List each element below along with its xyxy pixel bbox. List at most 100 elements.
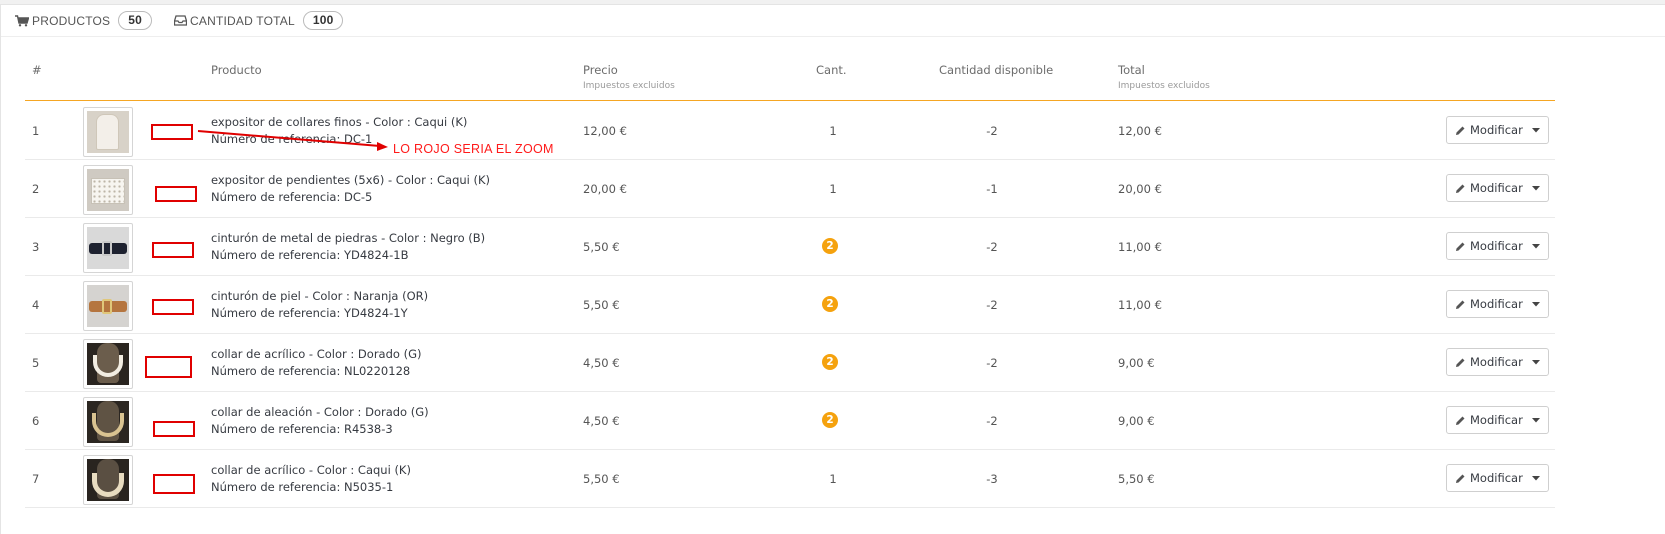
table-row: 1 expositor de collares finos - Color : … (25, 102, 1555, 160)
inbox-icon (174, 15, 188, 26)
col-header-price: Precio (583, 63, 618, 77)
product-thumbnail[interactable] (83, 165, 133, 215)
table-row: 4 cinturón de piel - Color : Naranja (OR… (25, 276, 1555, 334)
shopping-cart-icon (15, 14, 29, 26)
panel-heading: PRODUCTOS 50 CANTIDAD TOTAL 100 (1, 5, 1665, 37)
pencil-icon (1456, 184, 1465, 193)
modify-dropdown-toggle[interactable] (1524, 465, 1548, 491)
quantity-badge: 2 (822, 412, 838, 428)
modify-button-label: Modificar (1470, 123, 1523, 137)
available-quantity: -2 (986, 124, 998, 138)
unit-price: 5,50 € (583, 298, 620, 312)
modify-button[interactable]: Modificar (1447, 117, 1524, 143)
product-reference: Número de referencia: R4538-3 (211, 422, 393, 436)
pencil-icon (1456, 416, 1465, 425)
modify-button-group: Modificar (1446, 348, 1549, 376)
modify-dropdown-toggle[interactable] (1524, 233, 1548, 259)
modify-button[interactable]: Modificar (1447, 465, 1524, 491)
row-number: 1 (32, 124, 40, 138)
product-thumbnail[interactable] (83, 107, 133, 157)
modify-button-group: Modificar (1446, 290, 1549, 318)
zoom-highlight-box (153, 421, 195, 437)
modify-dropdown-toggle[interactable] (1524, 117, 1548, 143)
quantity-badge: 2 (822, 296, 838, 312)
product-thumbnail[interactable] (83, 281, 133, 331)
pencil-icon (1456, 358, 1465, 367)
quantity: 1 (829, 472, 837, 486)
line-total: 9,00 € (1118, 356, 1155, 370)
row-number: 7 (32, 472, 40, 486)
zoom-highlight-box (155, 186, 197, 202)
modify-button[interactable]: Modificar (1447, 291, 1524, 317)
product-reference: Número de referencia: DC-1 (211, 132, 373, 146)
quantity-count-badge: 100 (302, 11, 344, 30)
caret-down-icon (1532, 243, 1541, 248)
quantity-badge: 2 (822, 238, 838, 254)
products-count-badge: 50 (118, 11, 153, 30)
row-number: 3 (32, 240, 40, 254)
line-total: 9,00 € (1118, 414, 1155, 428)
quantity: 1 (829, 124, 837, 138)
available-quantity: -3 (986, 472, 998, 486)
modify-button[interactable]: Modificar (1447, 407, 1524, 433)
line-total: 20,00 € (1118, 182, 1162, 196)
modify-button-group: Modificar (1446, 464, 1549, 492)
modify-button[interactable]: Modificar (1447, 349, 1524, 375)
caret-down-icon (1532, 127, 1541, 132)
product-name: collar de aleación - Color : Dorado (G) (211, 405, 429, 419)
product-reference: Número de referencia: N5035-1 (211, 480, 394, 494)
unit-price: 5,50 € (583, 472, 620, 486)
modify-dropdown-toggle[interactable] (1524, 349, 1548, 375)
col-header-total: Total (1118, 63, 1145, 77)
modify-button-group: Modificar (1446, 174, 1549, 202)
product-thumbnail[interactable] (83, 223, 133, 273)
col-header-price-sub: Impuestos excluidos (583, 81, 675, 91)
modify-button[interactable]: Modificar (1447, 175, 1524, 201)
modify-button-label: Modificar (1470, 181, 1523, 195)
col-header-available: Cantidad disponible (939, 63, 1054, 77)
table-row: 7 collar de acrílico - Color : Caqui (K)… (25, 450, 1555, 508)
unit-price: 4,50 € (583, 356, 620, 370)
col-header-num: # (32, 63, 42, 77)
pencil-icon (1456, 242, 1465, 251)
line-total: 5,50 € (1118, 472, 1155, 486)
modify-button[interactable]: Modificar (1447, 233, 1524, 259)
unit-price: 4,50 € (583, 414, 620, 428)
quantity-summary: CANTIDAD TOTAL 100 (174, 11, 344, 30)
product-name: cinturón de piel - Color : Naranja (OR) (211, 289, 429, 303)
quantity-badge: 2 (822, 354, 838, 370)
row-number: 6 (32, 414, 40, 428)
product-thumbnail[interactable] (83, 339, 133, 389)
col-header-qty: Cant. (816, 63, 847, 77)
modify-dropdown-toggle[interactable] (1524, 291, 1548, 317)
product-thumbnail[interactable] (83, 455, 133, 505)
caret-down-icon (1532, 359, 1541, 364)
modify-dropdown-toggle[interactable] (1524, 175, 1548, 201)
caret-down-icon (1532, 185, 1541, 190)
modify-button-group: Modificar (1446, 406, 1549, 434)
available-quantity: -2 (986, 414, 998, 428)
pencil-icon (1456, 300, 1465, 309)
available-quantity: -2 (986, 298, 998, 312)
row-number: 5 (32, 356, 40, 370)
product-thumbnail[interactable] (83, 397, 133, 447)
product-reference: Número de referencia: NL0220128 (211, 364, 411, 378)
modify-button-label: Modificar (1470, 239, 1523, 253)
caret-down-icon (1532, 417, 1541, 422)
product-reference: Número de referencia: YD4824-1B (211, 248, 409, 262)
modify-dropdown-toggle[interactable] (1524, 407, 1548, 433)
row-number: 4 (32, 298, 40, 312)
pencil-icon (1456, 126, 1465, 135)
zoom-highlight-box (152, 299, 194, 315)
line-total: 11,00 € (1118, 298, 1162, 312)
zoom-highlight-box (151, 124, 193, 140)
product-name: cinturón de metal de piedras - Color : N… (211, 231, 486, 245)
modify-button-label: Modificar (1470, 413, 1523, 427)
col-header-total-sub: Impuestos excluidos (1118, 81, 1210, 91)
order-products-panel: PRODUCTOS 50 CANTIDAD TOTAL 100 # Produc… (0, 4, 1665, 534)
pencil-icon (1456, 474, 1465, 483)
unit-price: 12,00 € (583, 124, 627, 138)
product-name: collar de acrílico - Color : Caqui (K) (211, 463, 411, 477)
product-name: collar de acrílico - Color : Dorado (G) (211, 347, 422, 361)
header-divider (25, 100, 1555, 101)
